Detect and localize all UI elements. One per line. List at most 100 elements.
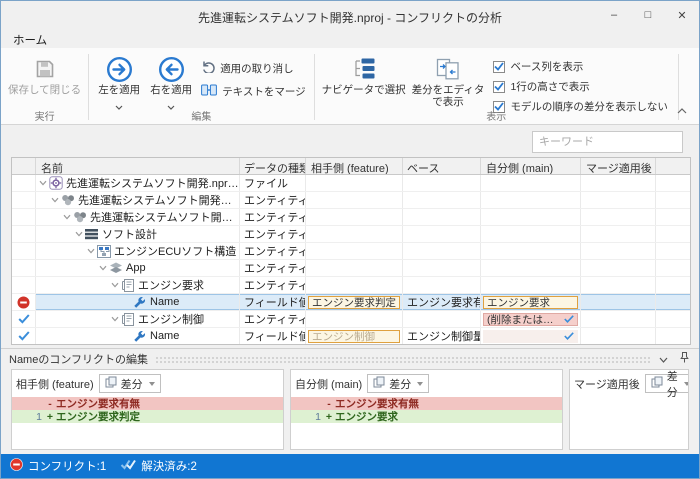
spacer-cell xyxy=(656,294,690,310)
node-name: エンジン要求 xyxy=(138,277,204,293)
resolved-status-cell xyxy=(12,328,36,344)
tree-expander-icon[interactable] xyxy=(98,265,107,271)
diff-line-removed[interactable]: -エンジン要求有無 xyxy=(291,397,562,410)
resolved-count-label: 解決済み:2 xyxy=(141,458,197,474)
name-cell: エンジン制御 xyxy=(36,311,240,327)
feature-side-cell xyxy=(306,311,403,327)
apply-left-button[interactable]: 左を適用 xyxy=(93,52,145,105)
diff-mode-label: 差分 xyxy=(121,376,143,392)
apply-right-button[interactable]: 右を適用 xyxy=(145,52,197,105)
view-checkbox-1[interactable]: 1行の高さで表示 xyxy=(493,79,668,94)
maximize-button[interactable]: □ xyxy=(631,1,665,29)
column-header-5[interactable]: 自分側 (main) xyxy=(481,158,581,174)
pane-title: マージ適用後 xyxy=(574,376,640,392)
base-cell xyxy=(403,260,481,276)
tree-expander-icon[interactable] xyxy=(74,231,83,237)
diff-pane-0: 相手側 (feature)差分-エンジン要求有無1+エンジン要求判定 xyxy=(11,369,284,450)
checkbox-icon[interactable] xyxy=(493,81,505,93)
spacer-cell xyxy=(656,243,690,259)
tree-expander-icon[interactable] xyxy=(86,248,95,254)
feature-side-cell xyxy=(306,277,403,293)
data-type-cell: エンティティ xyxy=(240,277,306,293)
diff-line-removed[interactable]: -エンジン要求有無 xyxy=(12,397,283,410)
diff-line-sign: - xyxy=(323,398,335,410)
checkbox-icon[interactable] xyxy=(493,61,505,73)
feature-side-cell xyxy=(306,226,403,242)
tree-expander-icon[interactable] xyxy=(62,214,71,220)
column-header-4[interactable]: ベース xyxy=(403,158,481,174)
undo-apply-button[interactable]: 適用の取り消し xyxy=(201,60,305,76)
spacer-cell xyxy=(656,277,690,293)
view-checkbox-0[interactable]: ベース列を表示 xyxy=(493,59,668,74)
merged-cell xyxy=(581,226,656,242)
diff-line-added[interactable]: 1+エンジン要求判定 xyxy=(12,410,283,423)
show-diff-editor-button[interactable]: 差分をエディタ で表示 xyxy=(409,52,488,110)
main-side-cell xyxy=(481,209,581,225)
chevron-down-icon[interactable] xyxy=(115,97,123,103)
diff-pane-2: マージ適用後差分 xyxy=(569,369,689,450)
column-header-1[interactable]: 名前 xyxy=(36,158,240,174)
column-header-2[interactable]: データの種類 xyxy=(240,158,306,174)
diff-mode-button[interactable]: 差分 xyxy=(645,374,689,393)
table-row[interactable]: 先進運転システムソフト開発（Gitデモ）エンティティ xyxy=(12,192,690,209)
minimize-button[interactable]: – xyxy=(597,1,631,29)
value-box xyxy=(483,330,578,343)
table-row[interactable]: エンジン要求 エンティティ xyxy=(12,277,690,294)
close-button[interactable]: ✕ xyxy=(665,1,699,29)
tree-expander-icon[interactable] xyxy=(50,197,59,203)
table-row[interactable]: エンジン制御エンティティ(削除または別ユニットに… xyxy=(12,311,690,328)
table-row[interactable]: Nameフィールド値エンジン制御エンジン制御量 xyxy=(12,328,690,345)
save-close-button[interactable]: 保存して閉じる xyxy=(5,52,84,98)
column-header-0[interactable] xyxy=(12,158,36,174)
statusbar: コンフリクト:1 解決済み:2 xyxy=(1,454,699,478)
name-cell: 先進運転システムソフト開発.nproj の差分 xyxy=(36,175,240,191)
diff-line-added[interactable]: 1+エンジン要求 xyxy=(291,410,562,423)
column-header-3[interactable]: 相手側 (feature) xyxy=(306,158,403,174)
panel-collapse-icon[interactable] xyxy=(659,350,668,368)
table-row[interactable]: Appエンティティ xyxy=(12,260,690,277)
chevron-down-icon xyxy=(684,382,689,386)
tree-expander-icon[interactable] xyxy=(110,316,119,322)
name-cell: Name xyxy=(36,294,240,310)
tree-expander-icon[interactable] xyxy=(110,282,119,288)
ribbon-group-edit: 左を適用 右を適用 適用の取り消し xyxy=(89,50,313,124)
data-type-cell: エンティティ xyxy=(240,260,306,276)
merged-cell xyxy=(581,243,656,259)
merged-cell xyxy=(581,192,656,208)
column-header-7[interactable] xyxy=(656,158,690,174)
base-cell xyxy=(403,175,481,191)
chevron-down-icon[interactable] xyxy=(167,97,175,103)
diff-mode-button[interactable]: 差分 xyxy=(367,374,429,393)
column-header-6[interactable]: マージ適用後 xyxy=(581,158,656,174)
row-status-cell xyxy=(12,277,36,293)
diff-mode-button[interactable]: 差分 xyxy=(99,374,161,393)
table-row[interactable]: 先進運転システムソフト開発（Gitデモ）エンティティ xyxy=(12,209,690,226)
table-row[interactable]: 先進運転システムソフト開発.nproj の差分ファイル xyxy=(12,175,690,192)
tree-expander-icon[interactable] xyxy=(38,180,47,186)
table-row[interactable]: ソフト設計エンティティ xyxy=(12,226,690,243)
collapse-ribbon-icon[interactable] xyxy=(677,101,687,119)
diff-pane-1: 自分側 (main)差分-エンジン要求有無1+エンジン要求 xyxy=(290,369,563,450)
table-header: 名前データの種類相手側 (feature)ベース自分側 (main)マージ適用後 xyxy=(12,158,690,175)
row-status-cell xyxy=(12,192,36,208)
pin-icon[interactable] xyxy=(680,350,689,368)
node-name: エンジン制御 xyxy=(138,311,204,327)
diff-mode-label: 差分 xyxy=(667,369,678,400)
table-row[interactable]: Nameフィールド値エンジン要求判定エンジン要求有無エンジン要求 xyxy=(12,294,690,311)
select-navigator-button[interactable]: ナビゲータで選択 xyxy=(319,52,409,98)
ribbon-tabs: ホーム xyxy=(1,31,699,48)
pane-header: マージ適用後差分 xyxy=(570,370,688,397)
diff-lines: -エンジン要求有無1+エンジン要求 xyxy=(291,397,562,449)
tab-home[interactable]: ホーム xyxy=(13,32,47,48)
floppy-icon xyxy=(34,54,56,84)
base-cell: エンジン制御量 xyxy=(403,328,481,344)
merge-text-button[interactable]: テキストをマージ xyxy=(201,84,305,99)
merged-cell xyxy=(581,311,656,327)
search-input[interactable] xyxy=(532,131,683,153)
data-type-cell: エンティティ xyxy=(240,243,306,259)
feature-side-cell xyxy=(306,192,403,208)
value-text: エンジン要求 xyxy=(487,296,574,309)
name-cell: ソフト設計 xyxy=(36,226,240,242)
table-row[interactable]: エンジンECUソフト構造エンティティ xyxy=(12,243,690,260)
ribbon: 保存して閉じる 実行 左を適用 右を適用 xyxy=(1,48,699,125)
